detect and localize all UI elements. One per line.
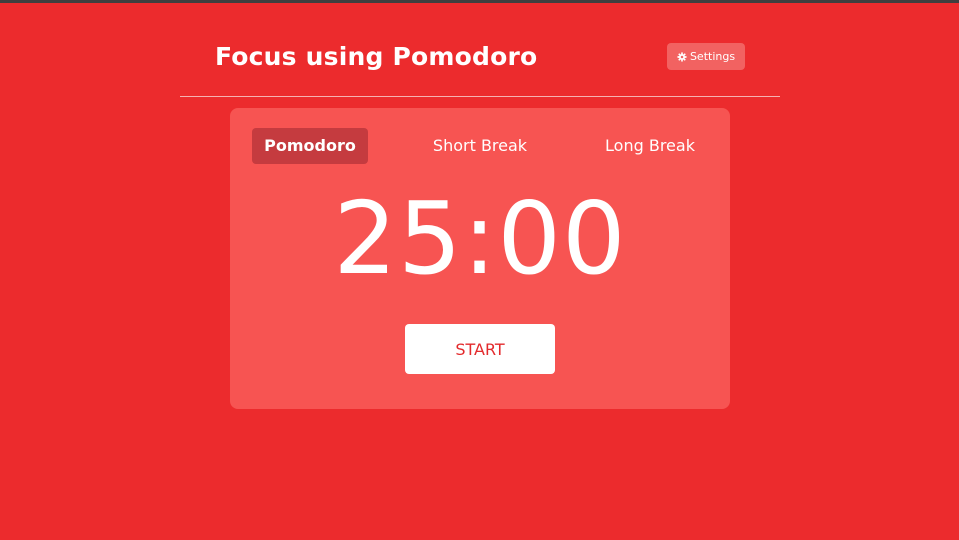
window-top-edge xyxy=(0,0,959,3)
settings-button[interactable]: Settings xyxy=(667,43,745,70)
tab-long-break[interactable]: Long Break xyxy=(590,128,710,164)
settings-label: Settings xyxy=(689,50,736,63)
timer-card: Pomodoro Short Break Long Break 25:00 ST… xyxy=(230,108,730,409)
gear-icon xyxy=(677,51,687,62)
page-title: Focus using Pomodoro xyxy=(215,42,538,71)
tab-short-break[interactable]: Short Break xyxy=(420,128,540,164)
tab-pomodoro[interactable]: Pomodoro xyxy=(252,128,368,164)
start-button[interactable]: START xyxy=(405,324,555,374)
header-divider xyxy=(180,96,780,97)
timer-display: 25:00 xyxy=(333,180,627,297)
